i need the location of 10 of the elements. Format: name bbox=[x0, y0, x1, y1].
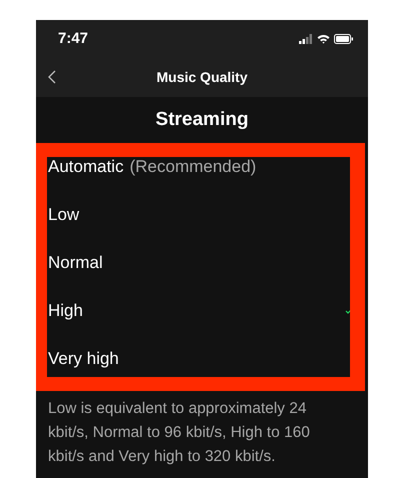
footnote-text: Low is equivalent to approximately 24 kbit/s, Normal to 96 kbit/s, High to 160 kbit/s and Very high to 320 kbit/s. bbox=[47, 399, 311, 467]
quality-option[interactable]: Very high bbox=[36, 335, 368, 383]
status-time: 7:47 bbox=[58, 28, 88, 49]
screen-title: Music Quality bbox=[156, 68, 248, 87]
quality-option[interactable]: Normal bbox=[36, 239, 368, 287]
quality-option[interactable]: Low bbox=[36, 191, 368, 239]
option-note: (Recommended) bbox=[130, 156, 256, 178]
quality-option[interactable]: High bbox=[36, 287, 368, 335]
quality-option[interactable]: Automatic (Recommended) bbox=[36, 143, 368, 191]
section-heading: Streaming bbox=[156, 108, 248, 132]
